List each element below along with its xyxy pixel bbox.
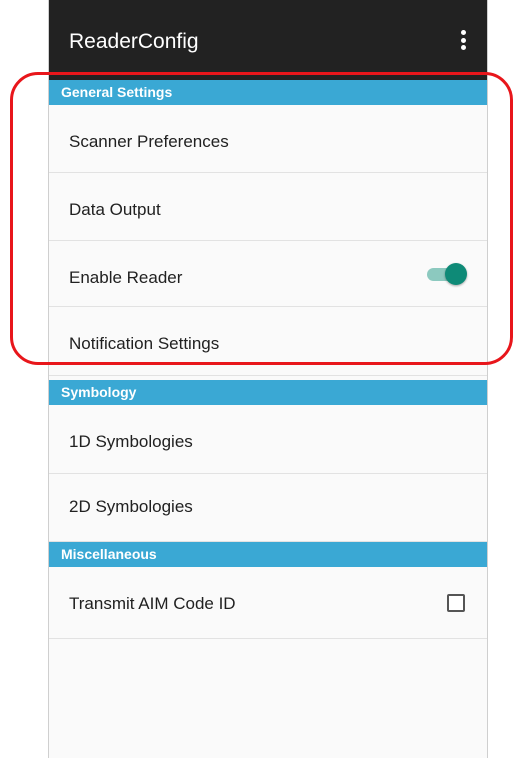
app-title: ReaderConfig — [69, 30, 199, 53]
overflow-dot — [460, 37, 466, 43]
transmit-aim-label: Transmit AIM Code ID — [69, 594, 236, 613]
symbologies-1d-label: 1D Symbologies — [69, 432, 193, 451]
symbologies-2d-label: 2D Symbologies — [69, 497, 193, 516]
toggle-thumb — [445, 263, 467, 285]
transmit-aim-checkbox[interactable] — [447, 594, 465, 612]
symbologies-2d-item[interactable]: 2D Symbologies — [49, 474, 487, 542]
overflow-dot — [460, 30, 466, 35]
scanner-preferences-label: Scanner Preferences — [69, 132, 229, 151]
enable-reader-item[interactable]: Enable Reader — [49, 241, 487, 307]
data-output-label: Data Output — [69, 200, 161, 219]
enable-reader-toggle[interactable] — [425, 262, 467, 286]
scanner-preferences-item[interactable]: Scanner Preferences — [49, 105, 487, 173]
app-screen: ReaderConfig General Settings Scanner Pr… — [48, 0, 488, 758]
symbologies-1d-item[interactable]: 1D Symbologies — [49, 405, 487, 474]
more-vert-icon[interactable] — [455, 26, 471, 54]
data-output-item[interactable]: Data Output — [49, 173, 487, 241]
notification-settings-item[interactable]: Notification Settings — [49, 307, 487, 376]
section-header-miscellaneous: Miscellaneous — [49, 542, 487, 567]
notification-settings-label: Notification Settings — [69, 334, 220, 353]
section-header-symbology: Symbology — [49, 380, 487, 405]
section-header-general: General Settings — [49, 80, 487, 105]
overflow-dot — [460, 45, 466, 50]
app-bar: ReaderConfig — [49, 0, 487, 80]
enable-reader-label: Enable Reader — [69, 268, 183, 287]
transmit-aim-item[interactable]: Transmit AIM Code ID — [49, 567, 487, 639]
